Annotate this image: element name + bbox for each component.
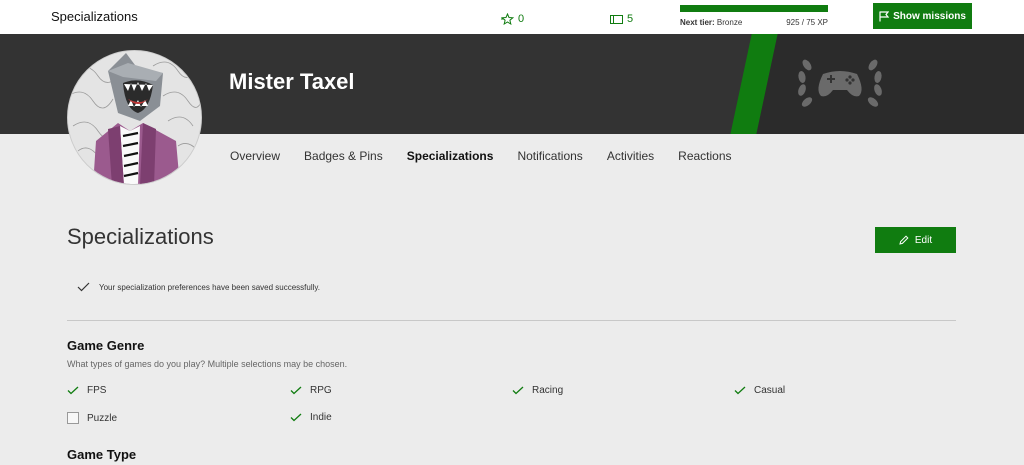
controller-laurel-icon [798, 59, 882, 107]
pencil-icon [899, 235, 909, 245]
genre-option-label: FPS [87, 385, 107, 396]
top-bar: Specializations 0 5 Next tier: Bronze 92… [0, 0, 1024, 34]
tab-badges-pins[interactable]: Badges & Pins [304, 149, 383, 163]
game-genre-description: What types of games do you play? Multipl… [67, 359, 348, 369]
profile-tabs: Overview Badges & Pins Specializations N… [230, 149, 732, 163]
next-tier: Next tier: Bronze [680, 18, 742, 27]
next-tier-value: Bronze [716, 18, 743, 27]
genre-option-rpg[interactable]: RPG [290, 385, 332, 396]
checkmark-icon [512, 386, 524, 395]
success-notice: Your specialization preferences have bee… [77, 282, 320, 292]
checkmark-icon [734, 386, 746, 395]
show-missions-button[interactable]: Show missions [873, 3, 972, 29]
genre-option-indie[interactable]: Indie [290, 412, 332, 423]
flag-icon [879, 10, 890, 21]
tab-activities[interactable]: Activities [607, 149, 654, 163]
avatar [67, 50, 202, 185]
banner-panel [752, 34, 1024, 134]
next-tier-label: Next tier: [680, 18, 715, 27]
genre-option-racing[interactable]: Racing [512, 385, 563, 396]
divider [67, 320, 956, 321]
edit-button[interactable]: Edit [875, 227, 956, 253]
genre-option-fps[interactable]: FPS [67, 385, 106, 396]
tickets-count: 5 [627, 13, 634, 25]
gamertag: Mister Taxel [229, 69, 355, 94]
game-genre-title: Game Genre [67, 338, 145, 353]
empty-checkbox[interactable] [67, 412, 79, 424]
shark-avatar-image [68, 51, 201, 184]
genre-option-casual[interactable]: Casual [734, 385, 785, 396]
genre-option-label: Puzzle [87, 412, 118, 424]
tickets-counter: 5 [610, 13, 633, 25]
tab-specializations[interactable]: Specializations [407, 149, 494, 163]
show-missions-label: Show missions [893, 10, 966, 22]
ticket-icon [610, 14, 623, 24]
genre-option-label: RPG [310, 385, 332, 396]
xp-text: 925 / 75 XP [786, 18, 828, 27]
edit-label: Edit [914, 234, 933, 246]
xp-progress-bar [680, 5, 828, 12]
checkmark-icon [290, 413, 302, 422]
genre-option-label: Casual [754, 385, 786, 396]
success-notice-text: Your specialization preferences have bee… [99, 282, 321, 292]
tab-notifications[interactable]: Notifications [517, 149, 582, 163]
stars-counter: 0 [501, 13, 524, 25]
checkmark-icon [77, 282, 90, 292]
tab-reactions[interactable]: Reactions [678, 149, 731, 163]
stars-count: 0 [518, 13, 525, 25]
genre-option-puzzle[interactable]: Puzzle [67, 412, 117, 424]
page-title: Specializations [51, 9, 138, 24]
section-heading: Specializations [67, 224, 214, 249]
star-icon [501, 13, 514, 25]
tab-overview[interactable]: Overview [230, 149, 280, 163]
checkmark-icon [67, 386, 79, 395]
genre-option-label: Indie [310, 412, 332, 423]
xp-progress: Next tier: Bronze 925 / 75 XP [680, 5, 828, 27]
genre-option-label: Racing [532, 385, 564, 396]
game-type-title: Game Type [67, 447, 137, 462]
checkmark-icon [290, 386, 302, 395]
